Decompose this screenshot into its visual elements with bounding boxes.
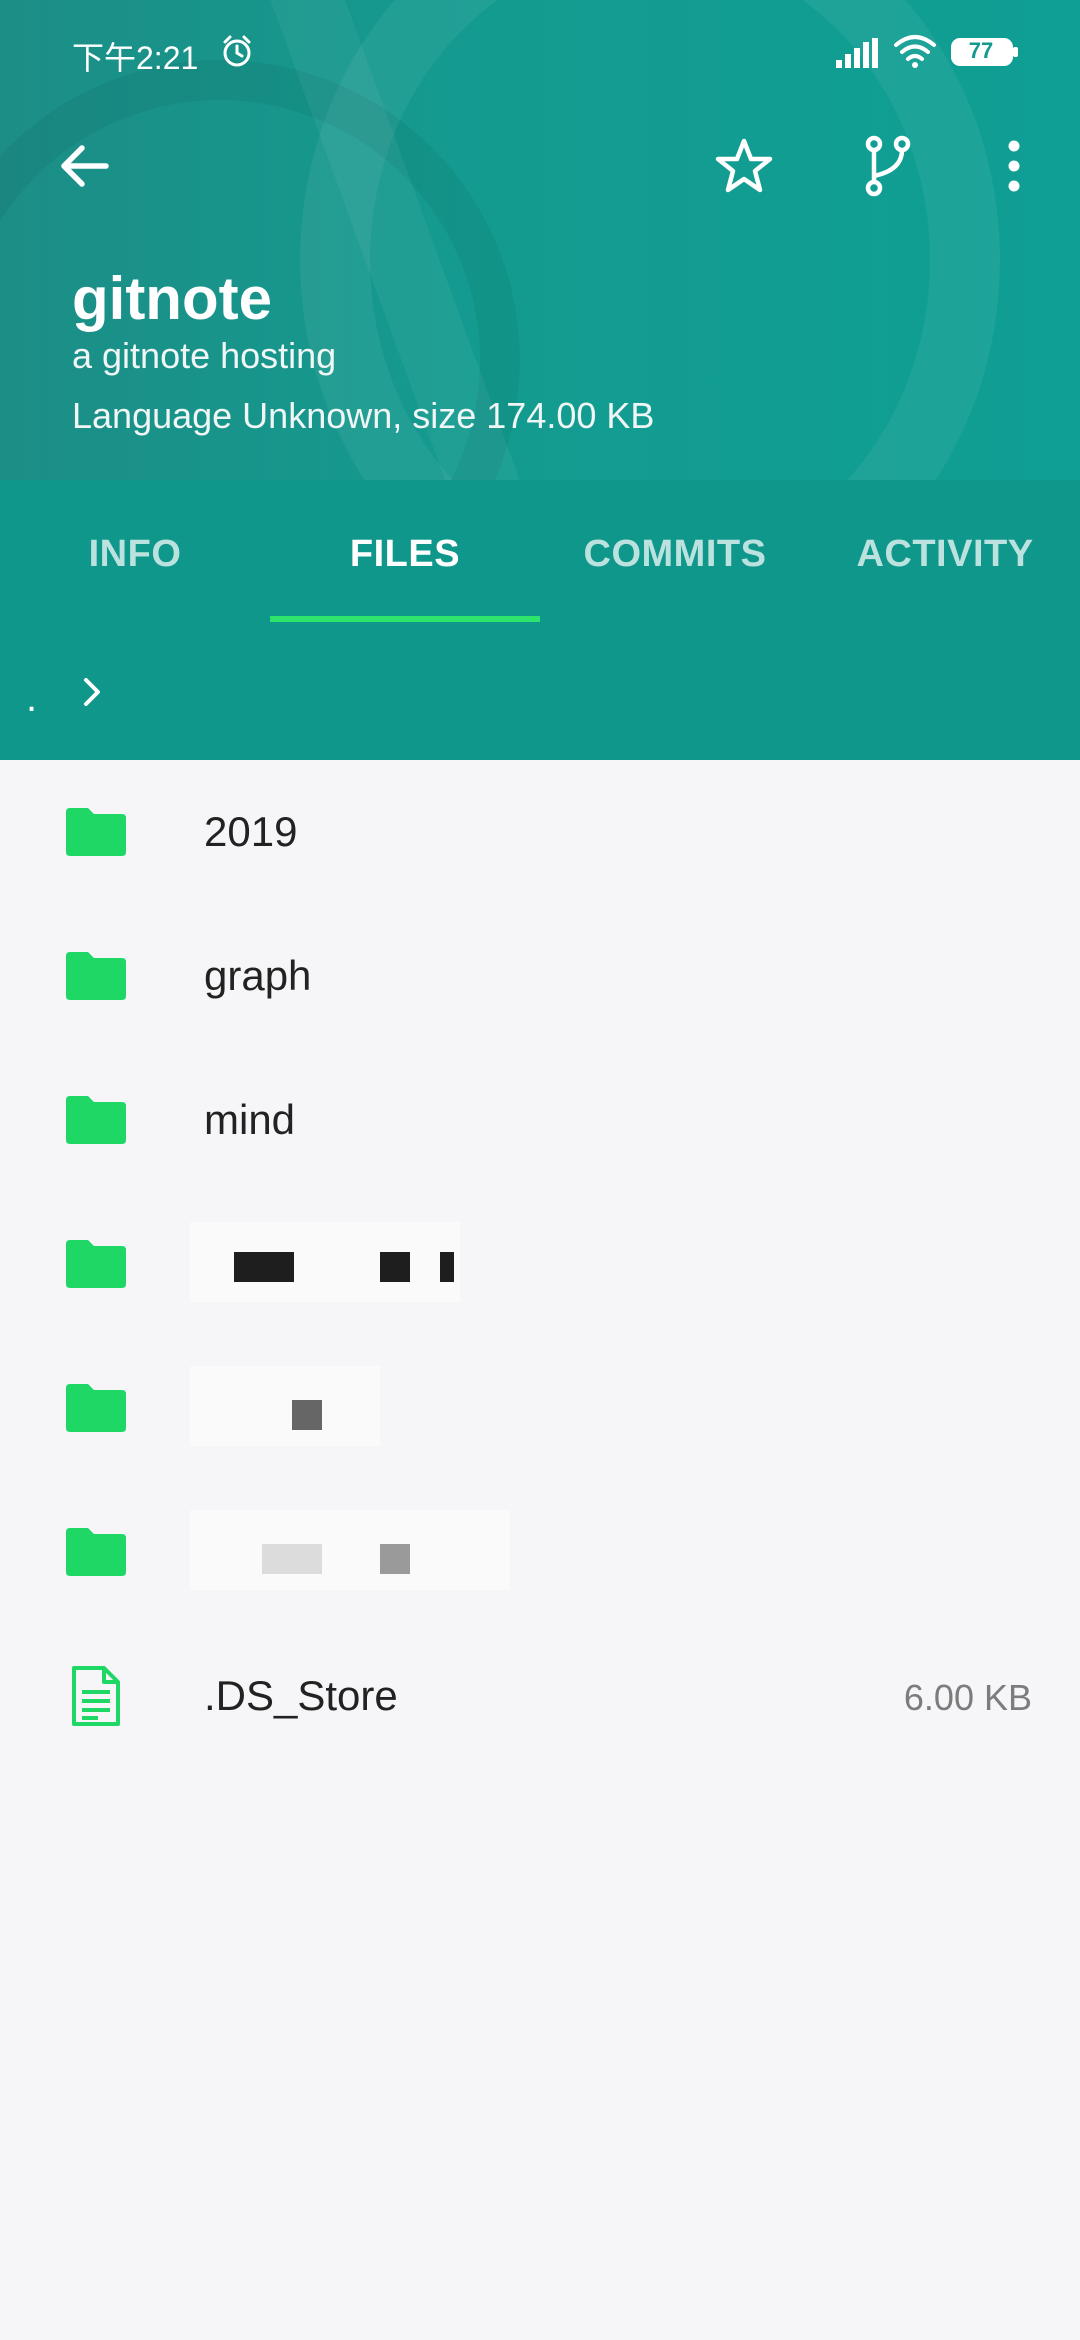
repo-description: a gitnote hosting — [72, 335, 337, 376]
tab-activity[interactable]: ACTIVITY — [810, 480, 1080, 628]
file-name: 2019 — [204, 808, 298, 855]
path-bar — [0, 628, 1080, 760]
tab-commits[interactable]: COMMITS — [540, 480, 810, 628]
path-root[interactable]: . — [26, 676, 37, 721]
file-name: .DS_Store — [204, 1672, 398, 1719]
status-bar: 下午2:21 77 — [0, 0, 1080, 100]
alarm-icon — [223, 35, 251, 67]
folder-icon — [66, 1528, 126, 1576]
list-item-file-ds-store[interactable]: .DS_Store 6.00 KB — [0, 1624, 1080, 1768]
status-time: 下午2:21 — [72, 40, 199, 76]
back-button[interactable] — [48, 130, 120, 202]
repo-title: gitnote — [72, 265, 272, 332]
tab-bar: INFO FILES COMMITS ACTIVITY — [0, 480, 1080, 628]
git-branch-icon — [865, 135, 911, 197]
redacted-name — [190, 1510, 510, 1590]
more-vertical-icon — [1008, 140, 1020, 192]
tab-files[interactable]: FILES — [270, 480, 540, 628]
list-item-folder-mind[interactable]: mind — [0, 1048, 1080, 1192]
repo-header: 下午2:21 77 gitnote a gitnote hosting Lang… — [0, 0, 1080, 480]
overflow-menu-button[interactable] — [978, 130, 1050, 202]
tab-indicator — [270, 616, 540, 622]
redacted-name — [190, 1366, 380, 1446]
folder-icon — [66, 808, 126, 856]
folder-icon — [66, 1240, 126, 1288]
file-document-icon — [72, 1666, 120, 1726]
star-button[interactable] — [708, 130, 780, 202]
list-item-folder-2019[interactable]: 2019 — [0, 760, 1080, 904]
branch-button[interactable] — [852, 130, 924, 202]
battery-level: 77 — [968, 38, 994, 63]
repo-meta: Language Unknown, size 174.00 KB — [72, 395, 655, 436]
folder-icon — [66, 1096, 126, 1144]
redacted-name — [190, 1222, 460, 1302]
file-name: mind — [204, 1096, 296, 1143]
arrow-left-icon — [61, 145, 109, 187]
file-size: 6.00 KB — [903, 1677, 1032, 1718]
signal-icon — [836, 38, 878, 68]
folder-icon — [66, 952, 126, 1000]
file-name: graph — [204, 952, 312, 999]
list-item-folder-redacted-3[interactable] — [0, 1480, 1080, 1624]
chevron-right-icon — [84, 678, 100, 706]
list-item-folder-redacted-2[interactable] — [0, 1336, 1080, 1480]
list-item-folder-redacted-1[interactable] — [0, 1192, 1080, 1336]
star-outline-icon — [715, 138, 773, 193]
folder-icon — [66, 1384, 126, 1432]
list-item-folder-graph[interactable]: graph — [0, 904, 1080, 1048]
wifi-icon — [894, 35, 936, 68]
tab-info[interactable]: INFO — [0, 480, 270, 628]
